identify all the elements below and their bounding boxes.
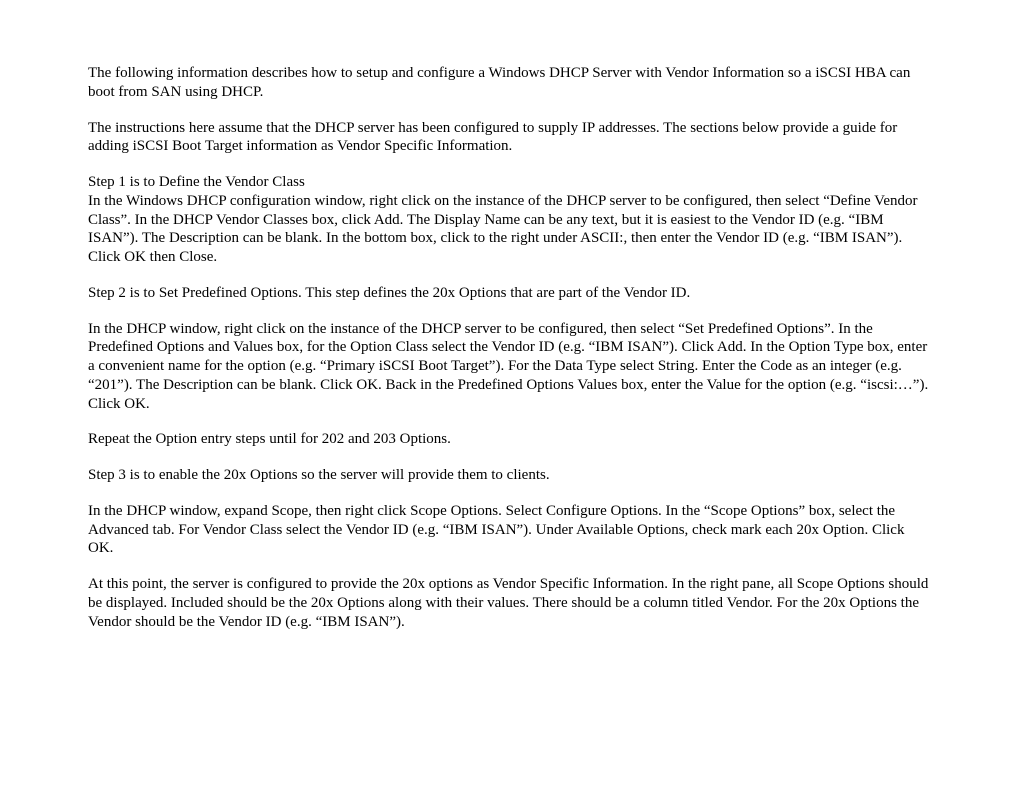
paragraph-conclusion: At this point, the server is configured … <box>88 575 932 631</box>
paragraph-intro: The following information describes how … <box>88 64 932 102</box>
paragraph-step1: Step 1 is to Define the Vendor Class In … <box>88 173 932 267</box>
paragraph-step3-body: In the DHCP window, expand Scope, then r… <box>88 502 932 558</box>
paragraph-repeat: Repeat the Option entry steps until for … <box>88 430 932 449</box>
paragraph-step3-heading: Step 3 is to enable the 20x Options so t… <box>88 466 932 485</box>
paragraph-step2-heading: Step 2 is to Set Predefined Options. Thi… <box>88 284 932 303</box>
paragraph-step2-body: In the DHCP window, right click on the i… <box>88 320 932 414</box>
paragraph-assumptions: The instructions here assume that the DH… <box>88 119 932 157</box>
